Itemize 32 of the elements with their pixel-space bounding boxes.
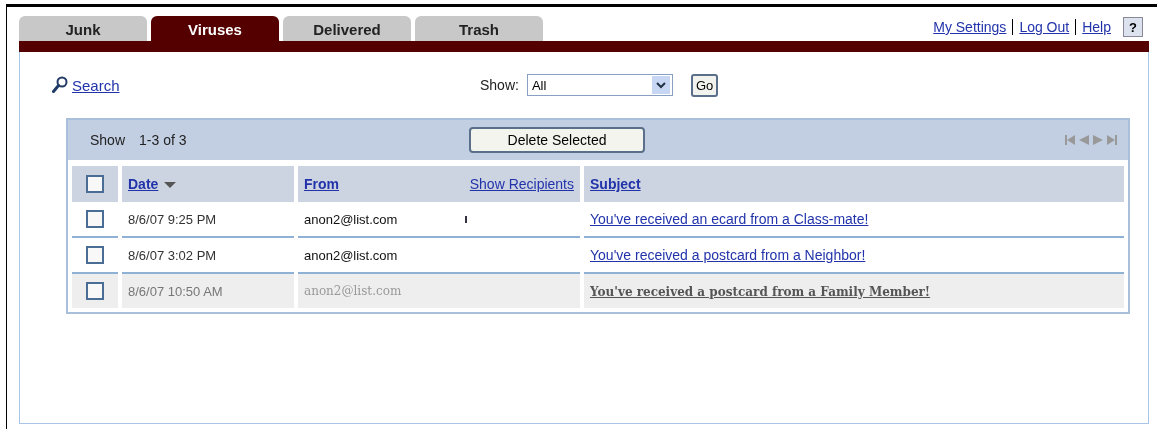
go-button[interactable]: Go [690,73,719,97]
sender-address: anon2@list.com [304,211,398,227]
subject-link[interactable]: You've received a postcard from a Neighbor! [590,247,866,263]
checkbox[interactable] [86,246,104,264]
checkbox[interactable] [86,175,104,194]
header-link[interactable]: Log Out [1019,19,1070,35]
tab[interactable]: Junk [19,16,147,41]
from-column-header[interactable]: From [304,176,339,192]
show-label: Show [90,132,126,148]
range-count: 1-3 of 3 [139,132,188,148]
sender-address: anon2@list.com [304,284,402,298]
subject-column-header[interactable]: Subject [590,176,641,192]
search-link[interactable]: Search [52,76,452,94]
checkbox[interactable] [86,282,104,300]
help-button[interactable]: ? [1123,17,1143,37]
tab[interactable]: Delivered [283,16,411,41]
search-icon [52,76,68,94]
tab[interactable]: Trash [415,16,543,41]
date-column-header[interactable]: Date [128,176,159,192]
checkbox[interactable] [86,210,104,228]
show-recipients-link[interactable]: Show Recipients [469,176,574,192]
date-cell: 8/6/07 10:50 AM [122,274,294,308]
date-cell: 8/6/07 9:25 PM [122,202,294,238]
sender-address: anon2@list.com [304,247,398,263]
sort-down-icon[interactable] [164,182,177,189]
show-label: Show: [480,77,519,93]
subject-link[interactable]: You've received an ecard from a Class-mate! [590,211,869,227]
delete-selected-button[interactable]: Delete Selected [469,127,646,153]
header-link[interactable]: My Settings [933,19,1007,35]
header-link[interactable]: Help [1082,19,1111,35]
tab[interactable]: Viruses [151,16,279,41]
show-dropdown[interactable]: All [526,74,673,96]
